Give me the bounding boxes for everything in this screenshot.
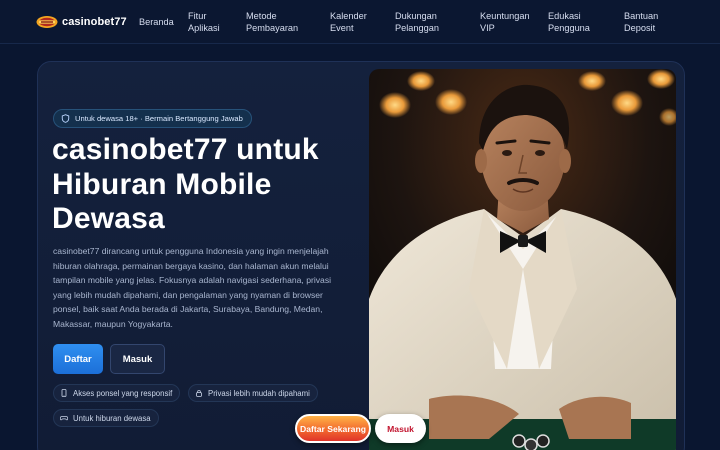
hero-photo bbox=[369, 69, 676, 450]
hero-title: casinobet77 untuk Hiburan Mobile Dewasa bbox=[52, 133, 319, 235]
top-navbar: casinobet77 Beranda Fitur Aplikasi Metod… bbox=[0, 0, 720, 44]
nav-kalender-event[interactable]: Kalender Event bbox=[330, 10, 367, 34]
hero-description: casinobet77 dirancang untuk pengguna Ind… bbox=[53, 246, 332, 329]
nav-edukasi-pengguna[interactable]: Edukasi Pengguna bbox=[548, 10, 590, 34]
feature-chip-label: Untuk hiburan dewasa bbox=[73, 413, 151, 423]
floating-login-button[interactable]: Masuk bbox=[375, 414, 426, 443]
nav-bantuan-deposit[interactable]: Bantuan Deposit bbox=[624, 10, 658, 34]
nav-dukungan-pelanggan[interactable]: Dukungan Pelanggan bbox=[395, 10, 439, 34]
nav-keuntungan-vip[interactable]: Keuntungan VIP bbox=[480, 10, 530, 34]
age-badge-text: Untuk dewasa 18+ · Bermain Bertanggung J… bbox=[75, 114, 243, 123]
gamepad-icon bbox=[60, 416, 68, 421]
dealer-portrait-image bbox=[369, 69, 676, 450]
floating-register-button[interactable]: Daftar Sekarang bbox=[295, 414, 371, 443]
shield-icon bbox=[61, 114, 70, 123]
login-button[interactable]: Masuk bbox=[110, 344, 165, 374]
age-badge: Untuk dewasa 18+ · Bermain Bertanggung J… bbox=[53, 109, 252, 128]
register-button[interactable]: Daftar bbox=[53, 344, 103, 374]
phone-icon bbox=[61, 389, 67, 397]
nav-fitur-aplikasi[interactable]: Fitur Aplikasi bbox=[188, 10, 220, 34]
casino-logo-icon bbox=[36, 15, 58, 28]
brand-link[interactable]: casinobet77 bbox=[36, 15, 127, 29]
feature-chip-label: Privasi lebih mudah dipahami bbox=[208, 388, 310, 398]
feature-chip-mobile: Akses ponsel yang responsif bbox=[53, 384, 181, 402]
feature-chip-adult: Untuk hiburan dewasa bbox=[53, 409, 159, 427]
brand-name: casinobet77 bbox=[62, 15, 127, 28]
feature-chip-privacy: Privasi lebih mudah dipahami bbox=[188, 384, 318, 402]
nav-beranda[interactable]: Beranda bbox=[139, 16, 174, 28]
nav-metode-pembayaran[interactable]: Metode Pembayaran bbox=[246, 10, 298, 34]
feature-chip-label: Akses ponsel yang responsif bbox=[73, 388, 173, 398]
lock-icon bbox=[196, 390, 202, 397]
